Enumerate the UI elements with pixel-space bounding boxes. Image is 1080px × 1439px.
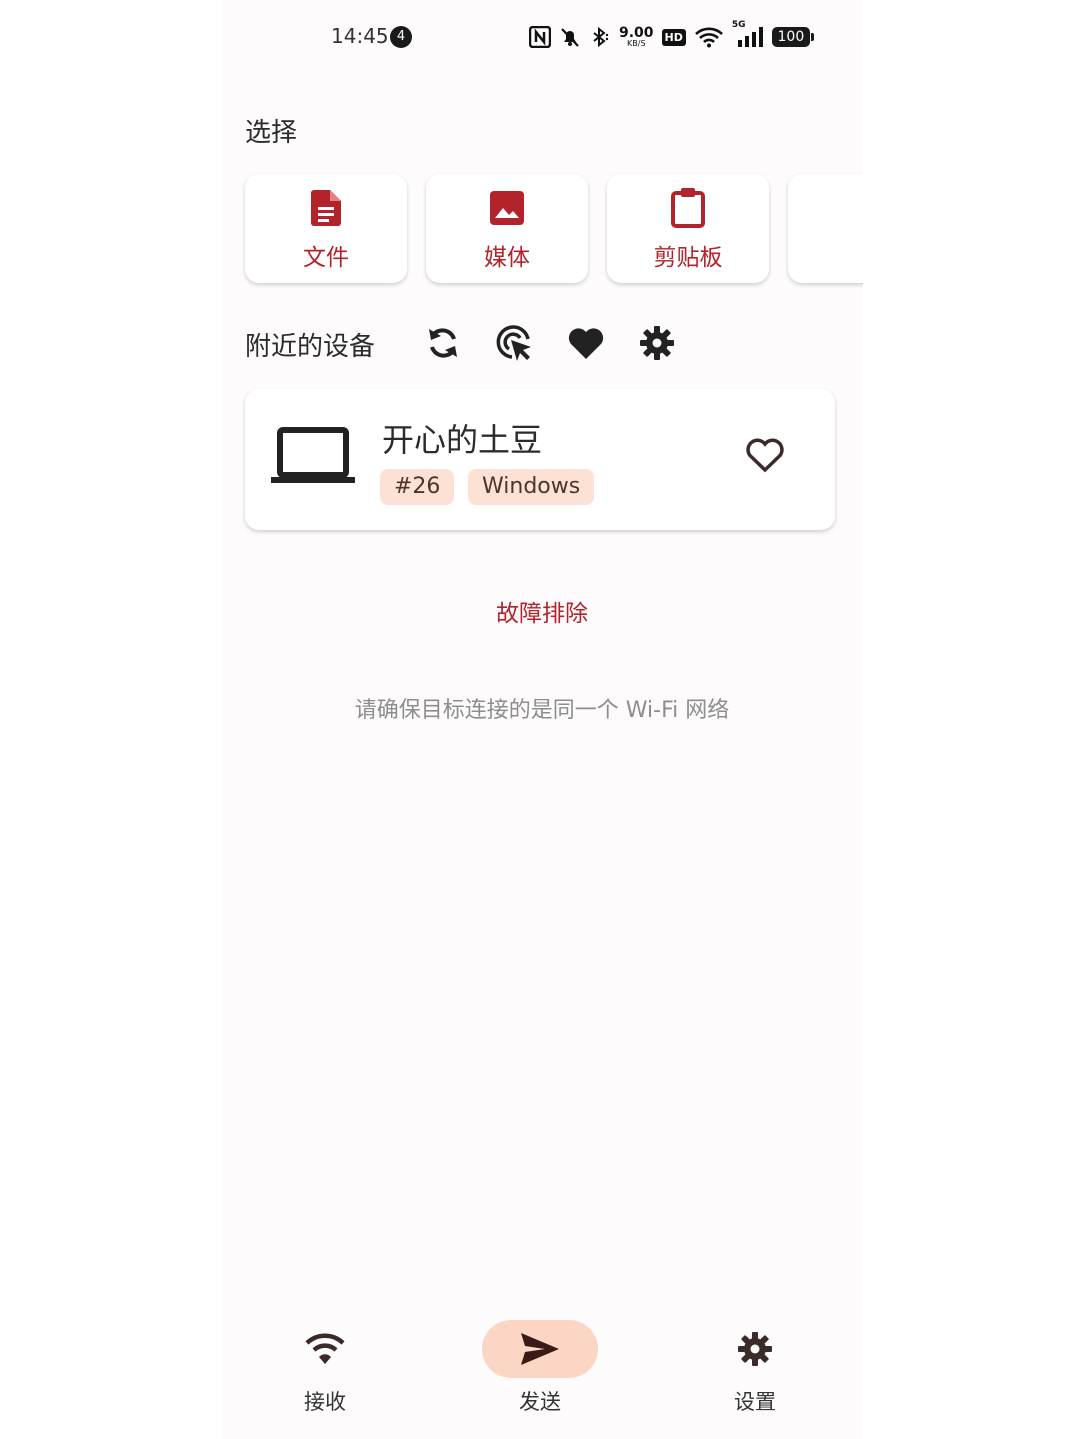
select-title: 选择: [245, 118, 298, 148]
file-icon: [311, 188, 341, 228]
net-speed-value: 9.00: [619, 25, 654, 41]
media-card[interactable]: 媒体: [426, 174, 588, 283]
mute-bell-icon: [559, 26, 581, 48]
clipboard-card-label: 剪贴板: [653, 245, 723, 271]
select-cards: 文件 媒体 剪贴板 文: [245, 174, 863, 289]
file-card-label: 文件: [303, 245, 349, 271]
nav-send-label: 发送: [519, 1390, 561, 1414]
net-speed-unit: KB/S: [627, 39, 646, 48]
refresh-icon[interactable]: [422, 322, 464, 364]
troubleshoot-link[interactable]: 故障排除: [221, 594, 863, 628]
send-icon: [482, 1320, 598, 1378]
clipboard-card[interactable]: 剪贴板: [607, 174, 769, 283]
notification-count-badge: 4: [390, 26, 412, 48]
target-cursor-icon[interactable]: [493, 322, 535, 364]
battery-indicator: 100: [771, 27, 814, 47]
nav-send[interactable]: 发送: [470, 1320, 610, 1416]
app-screen: 14:45 4 9.00 KB/S HD 5G 100 选择 文件 媒体 剪贴板…: [221, 0, 863, 1439]
nav-receive[interactable]: 接收: [255, 1320, 395, 1416]
signal-icon: 5G: [732, 20, 764, 48]
media-card-label: 媒体: [484, 245, 530, 271]
status-time: 14:45: [331, 24, 389, 48]
text-icon: [852, 188, 863, 228]
nfc-icon: [529, 26, 551, 48]
hd-badge: HD: [661, 28, 686, 46]
nearby-devices-title: 附近的设备: [245, 332, 376, 362]
heart-icon[interactable]: [565, 322, 607, 364]
wifi-hint-text: 请确保目标连接的是同一个 Wi-Fi 网络: [354, 698, 730, 723]
device-id-tag: #26: [380, 469, 455, 505]
gear-icon: [697, 1320, 813, 1378]
clipboard-icon: [671, 188, 705, 228]
device-os-tag: Windows: [468, 469, 595, 505]
device-name: 开心的土豆: [382, 421, 543, 459]
device-card[interactable]: 开心的土豆 #26 Windows: [245, 389, 835, 530]
status-icons: 9.00 KB/S HD 5G 100: [529, 20, 814, 52]
nav-settings-label: 设置: [734, 1390, 776, 1414]
wifi-status-icon: [694, 26, 724, 48]
favorite-outline-icon[interactable]: [745, 437, 785, 477]
laptop-icon: [271, 427, 355, 489]
network-type: 5G: [731, 20, 746, 30]
wifi-icon: [267, 1320, 383, 1378]
nav-receive-label: 接收: [304, 1390, 346, 1414]
file-card[interactable]: 文件: [245, 174, 407, 283]
image-icon: [490, 188, 524, 228]
settings-gear-icon[interactable]: [636, 322, 678, 364]
nav-settings[interactable]: 设置: [685, 1320, 825, 1416]
bluetooth-icon: [589, 26, 611, 48]
net-speed: 9.00 KB/S: [619, 26, 654, 48]
text-card[interactable]: 文: [788, 174, 863, 283]
bottom-nav: 接收 发送 设置: [221, 1310, 863, 1439]
